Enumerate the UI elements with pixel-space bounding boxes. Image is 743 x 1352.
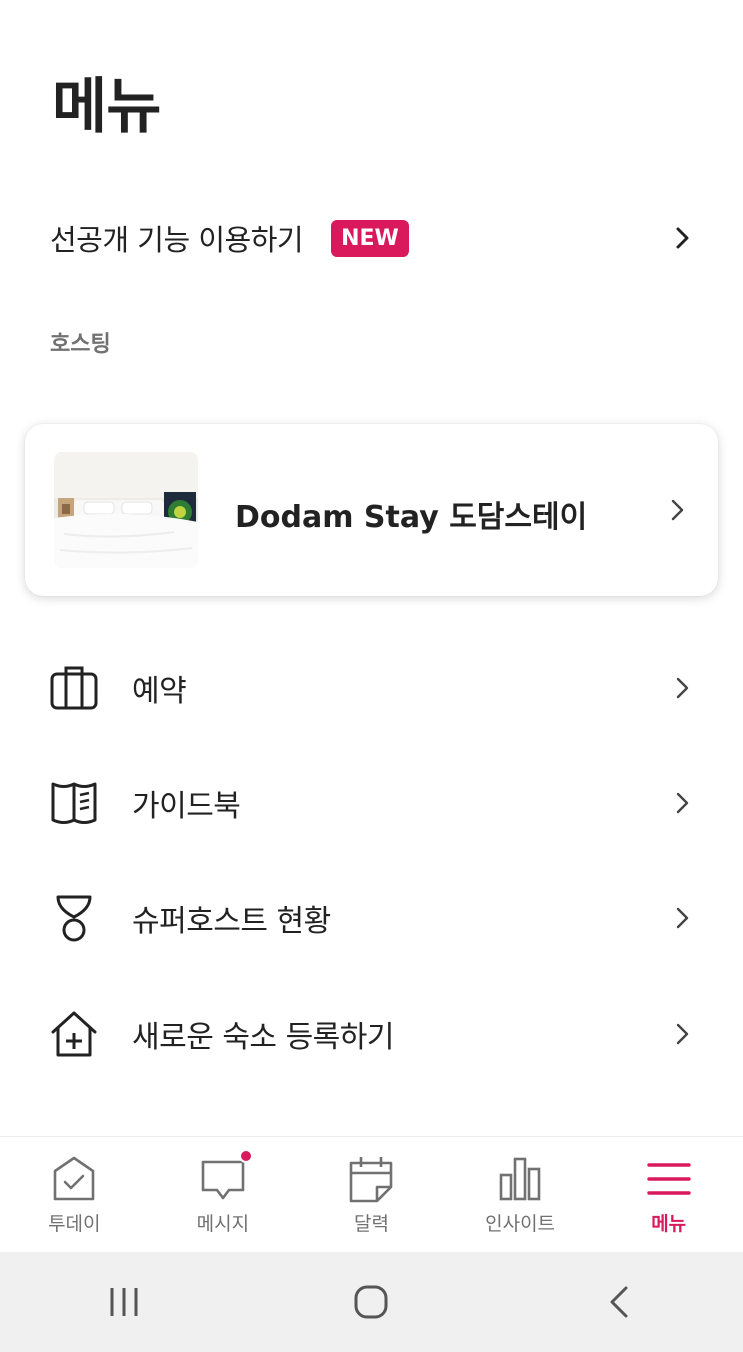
tab-today[interactable]: 투데이 — [0, 1137, 149, 1252]
new-badge: NEW — [331, 219, 409, 257]
menu-icon — [643, 1153, 695, 1205]
tab-insights[interactable]: 인사이트 — [446, 1137, 595, 1252]
chevron-right-icon — [671, 226, 695, 250]
house-plus-icon — [50, 1010, 98, 1058]
tab-menu[interactable]: 메뉴 — [594, 1137, 743, 1252]
tab-messages[interactable]: 메시지 — [149, 1137, 298, 1252]
tab-label: 인사이트 — [485, 1213, 556, 1235]
notification-dot — [238, 1149, 253, 1163]
page-title: 메뉴 — [52, 72, 161, 142]
chevron-right-icon — [671, 791, 695, 815]
menu-item-reservations[interactable]: 예약 — [50, 658, 695, 718]
system-navigation-bar — [0, 1252, 743, 1352]
recent-apps-icon[interactable] — [94, 1272, 154, 1332]
hosting-section-label: 호스팅 — [50, 332, 111, 357]
listing-name: Dodam Stay 도담스테이 — [235, 500, 588, 535]
menu-item-label: 가이드북 — [132, 789, 241, 824]
tab-label: 투데이 — [48, 1213, 101, 1235]
preview-features-label: 선공개 기능 이용하기 — [50, 223, 304, 257]
listing-card[interactable]: Dodam Stay 도담스테이 — [25, 424, 718, 596]
preview-features-row[interactable]: 선공개 기능 이용하기 NEW — [50, 212, 695, 264]
suitcase-icon — [50, 664, 98, 712]
bottom-tab-bar: 투데이 메시지 달력 인사이트 메뉴 — [0, 1136, 743, 1252]
chevron-right-icon — [666, 498, 690, 522]
guidebook-icon — [50, 779, 98, 827]
back-icon[interactable] — [589, 1272, 649, 1332]
medal-icon — [50, 894, 98, 942]
tab-label: 달력 — [354, 1213, 389, 1235]
tab-label: 메시지 — [196, 1213, 250, 1235]
tab-label: 메뉴 — [651, 1213, 687, 1235]
menu-item-superhost-status[interactable]: 슈퍼호스트 현황 — [50, 888, 695, 948]
menu-item-label: 새로운 숙소 등록하기 — [132, 1020, 394, 1055]
today-check-icon — [48, 1153, 100, 1205]
chevron-right-icon — [671, 676, 695, 700]
menu-item-guidebook[interactable]: 가이드북 — [50, 773, 695, 833]
calendar-icon — [345, 1153, 397, 1205]
home-icon[interactable] — [341, 1272, 401, 1332]
chevron-right-icon — [671, 1022, 695, 1046]
menu-item-label: 슈퍼호스트 현황 — [132, 904, 331, 939]
menu-item-new-listing[interactable]: 새로운 숙소 등록하기 — [50, 1004, 695, 1064]
menu-item-label: 예약 — [132, 674, 187, 709]
insights-icon — [494, 1153, 546, 1205]
chevron-right-icon — [671, 906, 695, 930]
message-icon — [197, 1149, 253, 1205]
tab-calendar[interactable]: 달력 — [297, 1137, 446, 1252]
listing-thumbnail — [54, 452, 198, 568]
